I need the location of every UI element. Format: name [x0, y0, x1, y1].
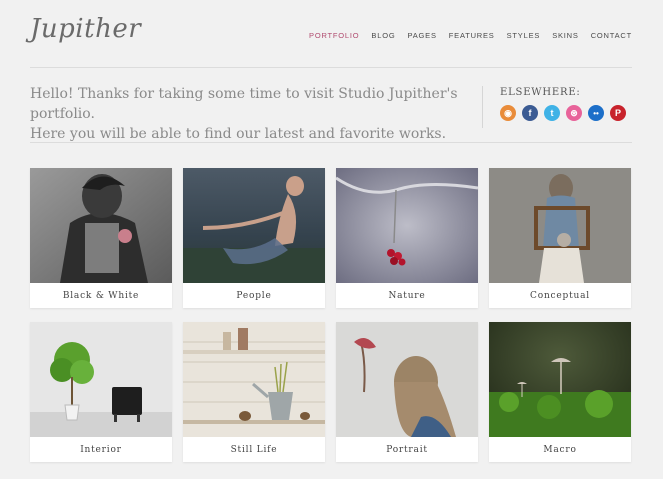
portfolio-card-nature[interactable]: Nature: [336, 168, 478, 308]
thumbnail-macro[interactable]: [489, 322, 631, 437]
caption-portrait[interactable]: Portrait: [336, 437, 478, 462]
nav-item-skins[interactable]: SKINS: [552, 31, 579, 40]
rss-icon[interactable]: ◉: [500, 105, 516, 121]
main-nav: PORTFOLIO BLOG PAGES FEATURES STYLES SKI…: [297, 31, 632, 40]
caption-nature[interactable]: Nature: [336, 283, 478, 308]
caption-still-life[interactable]: Still Life: [183, 437, 325, 462]
portfolio-card-conceptual[interactable]: Conceptual: [489, 168, 631, 308]
intro-line-1: Hello! Thanks for taking some time to vi…: [30, 86, 458, 122]
portfolio-card-black-white[interactable]: Black & White: [30, 168, 172, 308]
caption-people[interactable]: People: [183, 283, 325, 308]
facebook-icon[interactable]: f: [522, 105, 538, 121]
caption-black-white[interactable]: Black & White: [30, 283, 172, 308]
caption-interior[interactable]: Interior: [30, 437, 172, 462]
social-links: ◉ f t ⊛ •• P: [500, 105, 626, 121]
thumbnail-portrait[interactable]: [336, 322, 478, 437]
portfolio-card-portrait[interactable]: Portrait: [336, 322, 478, 462]
caption-macro[interactable]: Macro: [489, 437, 631, 462]
elsewhere-title: ELSEWHERE:: [500, 87, 581, 98]
twitter-icon[interactable]: t: [544, 105, 560, 121]
portfolio-card-macro[interactable]: Macro: [489, 322, 631, 462]
thumbnail-conceptual[interactable]: [489, 168, 631, 283]
portfolio-card-interior[interactable]: Interior: [30, 322, 172, 462]
portfolio-grid: Black & White People Nature Conceptual I…: [30, 168, 631, 462]
caption-conceptual[interactable]: Conceptual: [489, 283, 631, 308]
intro-vertical-divider: [482, 86, 483, 128]
thumbnail-black-white[interactable]: [30, 168, 172, 283]
dribbble-icon[interactable]: ⊛: [566, 105, 582, 121]
nav-item-styles[interactable]: STYLES: [507, 31, 541, 40]
nav-item-contact[interactable]: CONTACT: [591, 31, 632, 40]
thumbnail-interior[interactable]: [30, 322, 172, 437]
thumbnail-still-life[interactable]: [183, 322, 325, 437]
nav-item-blog[interactable]: BLOG: [371, 31, 395, 40]
thumbnail-nature[interactable]: [336, 168, 478, 283]
nav-item-features[interactable]: FEATURES: [449, 31, 495, 40]
intro-line-2: Here you will be able to find our latest…: [30, 126, 447, 142]
header-divider: [30, 67, 632, 68]
nav-item-pages[interactable]: PAGES: [407, 31, 436, 40]
nav-item-portfolio[interactable]: PORTFOLIO: [309, 31, 359, 40]
intro-divider: [30, 142, 632, 143]
thumbnail-people[interactable]: [183, 168, 325, 283]
portfolio-card-people[interactable]: People: [183, 168, 325, 308]
site-logo[interactable]: Jupither: [30, 14, 141, 44]
intro-text: Hello! Thanks for taking some time to vi…: [30, 84, 460, 144]
pinterest-icon[interactable]: P: [610, 105, 626, 121]
flickr-icon[interactable]: ••: [588, 105, 604, 121]
portfolio-card-still-life[interactable]: Still Life: [183, 322, 325, 462]
